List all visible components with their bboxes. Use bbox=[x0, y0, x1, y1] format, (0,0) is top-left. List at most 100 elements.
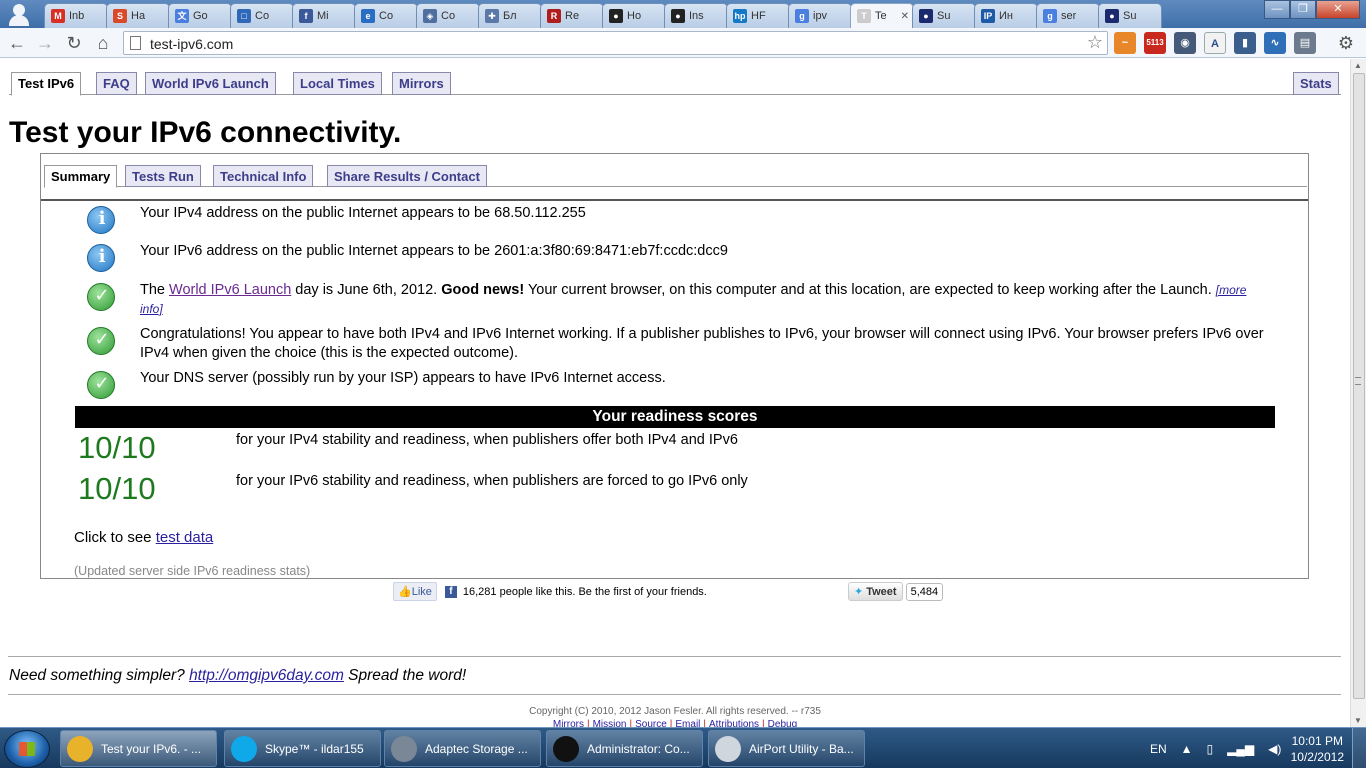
address-bar[interactable]: test-ipv6.com ☆ bbox=[123, 31, 1108, 55]
taskbar-item[interactable]: Adaptec Storage ... bbox=[384, 730, 541, 767]
footer-link-attributions[interactable]: Attributions bbox=[709, 719, 759, 727]
chrome-icon bbox=[67, 735, 93, 762]
scroll-up-arrow-icon[interactable]: ▲ bbox=[1354, 61, 1362, 70]
tweet-button[interactable]: ✦ Tweet bbox=[848, 582, 903, 601]
checkmark-icon bbox=[87, 371, 116, 399]
reddit-icon: S bbox=[113, 9, 127, 23]
profile-avatar-icon[interactable] bbox=[6, 2, 32, 26]
browser-tab[interactable]: ● Su bbox=[1098, 3, 1162, 28]
network-device-icon[interactable]: ▯ bbox=[1207, 742, 1214, 756]
show-desktop-button[interactable] bbox=[1352, 728, 1366, 768]
test-ipv6-icon: T bbox=[857, 9, 871, 23]
browser-tab[interactable]: 文 Go bbox=[168, 3, 232, 28]
rss-icon[interactable]: ~ bbox=[1114, 32, 1136, 54]
browser-tab[interactable]: ✚ Бл bbox=[478, 3, 542, 28]
divider bbox=[8, 694, 1341, 695]
taskbar-item[interactable]: AirPort Utility - Ba... bbox=[708, 730, 865, 767]
bookmark-star-icon[interactable]: ☆ bbox=[1087, 32, 1103, 53]
browser-tab[interactable]: ● Su bbox=[912, 3, 976, 28]
results-panel: Summary Tests Run Technical Info Share R… bbox=[40, 153, 1309, 579]
browser-tab-label: Co bbox=[379, 10, 394, 22]
close-window-button[interactable]: ✕ bbox=[1316, 0, 1360, 19]
scroll-down-arrow-icon[interactable]: ▼ bbox=[1354, 716, 1362, 725]
fb-like-count-text: 16,281 people like this. Be the first of… bbox=[462, 585, 707, 598]
window-controls: — ❐ ✕ bbox=[1264, 0, 1360, 19]
vertical-scrollbar[interactable]: ▲ ▼ bbox=[1350, 59, 1366, 727]
tab-test-ipv6[interactable]: Test IPv6 bbox=[11, 72, 82, 96]
scroll-thumb[interactable] bbox=[1353, 73, 1365, 699]
footer-link-mirrors[interactable]: Mirrors bbox=[553, 719, 584, 727]
footer-link-email[interactable]: Email bbox=[675, 719, 700, 727]
edge-icon: e bbox=[361, 9, 375, 23]
test-data-link[interactable]: test data bbox=[156, 529, 214, 546]
tab-summary[interactable]: Summary bbox=[44, 165, 118, 188]
footer-link-source[interactable]: Source bbox=[635, 719, 667, 727]
reload-icon[interactable]: ↻ bbox=[63, 32, 85, 54]
show-hidden-icons-icon[interactable]: ▲ bbox=[1181, 742, 1193, 756]
clock-time: 10:01 PM bbox=[1291, 734, 1343, 748]
tab-mirrors[interactable]: Mirrors bbox=[392, 72, 451, 95]
footer-link-debug[interactable]: Debug bbox=[768, 719, 797, 727]
taskbar-item[interactable]: Test your IPv6. - ... bbox=[60, 730, 217, 767]
browser-tab[interactable]: IP Ин bbox=[974, 3, 1038, 28]
browser-tab[interactable]: hp HF bbox=[726, 3, 790, 28]
tab-technical-info[interactable]: Technical Info bbox=[213, 165, 314, 187]
forward-arrow-icon[interactable]: → bbox=[34, 32, 56, 54]
phone-icon[interactable]: ▮ bbox=[1234, 32, 1256, 54]
camera-icon[interactable]: ◉ bbox=[1174, 32, 1196, 54]
world-ipv6-launch-link[interactable]: World IPv6 Launch bbox=[169, 282, 291, 298]
omgipv6day-link[interactable]: http://omgipv6day.com bbox=[189, 667, 344, 684]
clock[interactable]: 10:01 PM 10/2/2012 bbox=[1291, 733, 1344, 765]
simpler-post: Spread the word! bbox=[343, 667, 467, 684]
home-icon[interactable]: ⌂ bbox=[92, 32, 114, 54]
signal-strength-icon[interactable]: ▂▄▆ bbox=[1227, 742, 1254, 756]
tab-local-times[interactable]: Local Times bbox=[293, 72, 382, 95]
start-button[interactable] bbox=[4, 730, 50, 768]
shield-icon: ◈ bbox=[423, 9, 437, 23]
dns-text: Your DNS server (possibly run by your IS… bbox=[140, 370, 666, 386]
maximize-button[interactable]: ❐ bbox=[1290, 0, 1316, 19]
info-icon bbox=[87, 244, 116, 272]
language-indicator[interactable]: EN bbox=[1150, 742, 1167, 756]
taskbar-item[interactable]: Skype™ - ildar155 bbox=[224, 730, 381, 767]
browser-tab-label: HF bbox=[751, 10, 766, 22]
browser-tab[interactable]: T Te ✕ bbox=[850, 3, 914, 28]
browser-tab[interactable]: e Co bbox=[354, 3, 418, 28]
web-page: Test IPv6 FAQ World IPv6 Launch Local Ti… bbox=[0, 59, 1350, 727]
footer-link-mission[interactable]: Mission bbox=[593, 719, 627, 727]
browser-tab-label: ser bbox=[1061, 10, 1077, 22]
browser-tab[interactable]: g ser bbox=[1036, 3, 1100, 28]
browser-tab[interactable]: S Ha bbox=[106, 3, 170, 28]
browser-tab-label: Mi bbox=[317, 10, 329, 22]
wrench-menu-icon[interactable]: ⚙ bbox=[1338, 33, 1354, 54]
print-icon[interactable]: ▤ bbox=[1294, 32, 1316, 54]
gmail-checker-icon[interactable]: 5113 bbox=[1144, 32, 1166, 54]
browser-tab[interactable]: ● Ins bbox=[664, 3, 728, 28]
url-text[interactable]: test-ipv6.com bbox=[150, 36, 233, 52]
taskbar-item[interactable]: Administrator: Co... bbox=[546, 730, 703, 767]
tab-share-results[interactable]: Share Results / Contact bbox=[327, 165, 487, 187]
tab-tests-run[interactable]: Tests Run bbox=[125, 165, 201, 187]
close-tab-icon[interactable]: ✕ bbox=[901, 11, 909, 22]
browser-tab[interactable]: ● Ho bbox=[602, 3, 666, 28]
skype-icon bbox=[231, 735, 257, 762]
back-arrow-icon[interactable]: ← bbox=[6, 32, 28, 54]
browser-tab-label: Ins bbox=[689, 10, 704, 22]
browser-tab[interactable]: □ Co bbox=[230, 3, 294, 28]
browser-tab[interactable]: R Re bbox=[540, 3, 604, 28]
browser-tab[interactable]: M Inb bbox=[44, 3, 108, 28]
like-button[interactable]: 👍Like bbox=[393, 582, 437, 601]
launch-post: Your current browser, on this computer a… bbox=[524, 282, 1216, 298]
minimize-button[interactable]: — bbox=[1264, 0, 1290, 19]
tab-stats[interactable]: Stats bbox=[1293, 72, 1339, 95]
volume-icon[interactable]: ◀) bbox=[1268, 742, 1281, 756]
font-icon[interactable]: A bbox=[1204, 32, 1226, 54]
tab-world-ipv6-launch[interactable]: World IPv6 Launch bbox=[145, 72, 276, 95]
browser-tab[interactable]: g ipv bbox=[788, 3, 852, 28]
browser-tab[interactable]: ◈ Co bbox=[416, 3, 480, 28]
browser-tab[interactable]: f Mi bbox=[292, 3, 356, 28]
tab-faq[interactable]: FAQ bbox=[96, 72, 137, 95]
chart-icon[interactable]: ∿ bbox=[1264, 32, 1286, 54]
superuser-icon: ● bbox=[1105, 9, 1119, 23]
launch-pre: The bbox=[140, 282, 170, 298]
